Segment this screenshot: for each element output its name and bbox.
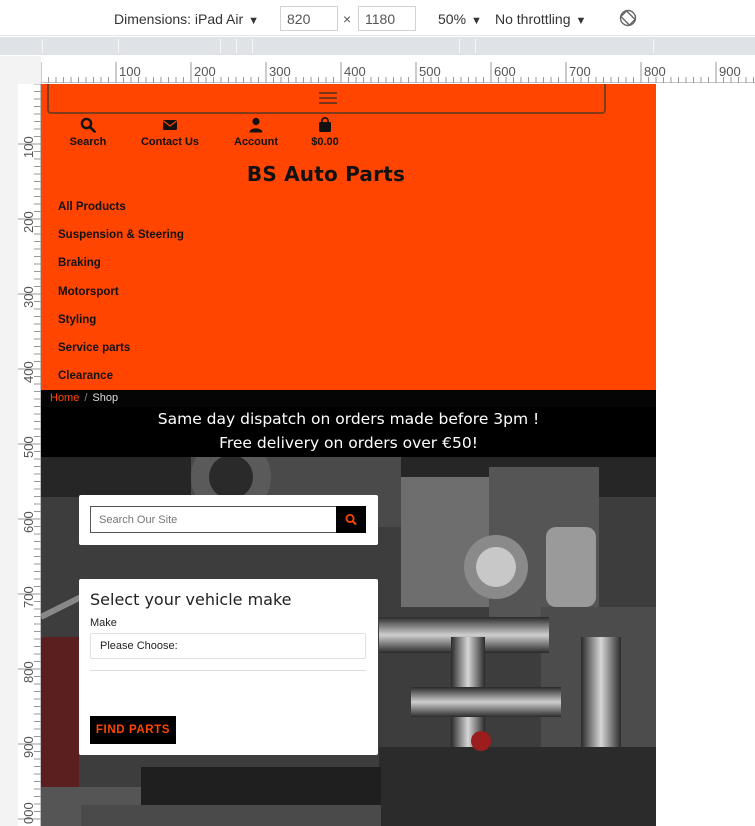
horizontal-ruler: 100 200 300 400 500 600 700 800 900 <box>41 62 755 83</box>
ruler-label: 500 <box>21 436 36 458</box>
quick-link-search[interactable]: Search <box>68 117 108 148</box>
vehicle-selector-card: Select your vehicle make Make Please Cho… <box>79 579 378 755</box>
find-parts-button[interactable]: FIND PARTS <box>90 716 176 744</box>
device-height-input[interactable] <box>358 6 416 31</box>
ruler-label: 900 <box>21 736 36 758</box>
breadcrumb-separator: / <box>84 392 88 404</box>
quick-link-label: $0.00 <box>311 136 339 148</box>
quick-link-label: Account <box>234 136 278 148</box>
nav-item-motorsport[interactable]: Motorsport <box>58 283 184 311</box>
zoom-value: 50% <box>438 11 467 27</box>
hero-section: Select your vehicle make Make Please Cho… <box>41 457 656 826</box>
quick-link-label: Search <box>69 136 107 148</box>
breadcrumb-current: Shop <box>92 392 119 404</box>
throttling-value: No throttling <box>495 11 571 27</box>
ruler-label: 900 <box>719 64 741 79</box>
ruler-label: 400 <box>344 64 366 79</box>
ruler-label: 100 <box>21 136 36 158</box>
quick-link-bag[interactable]: $0.00 <box>307 117 343 148</box>
device-dimensions-dropdown[interactable]: Dimensions: iPad Air ▼ <box>114 11 259 27</box>
device-toolbar: Dimensions: iPad Air ▼ × 50% ▼ No throttli… <box>0 0 755 36</box>
breadcrumb-home-link[interactable]: Home <box>50 392 79 404</box>
promo-line-dispatch: Same day dispatch on orders made before … <box>157 410 540 428</box>
ruler-label: 100 <box>119 64 141 79</box>
quick-links: Search Contact Us Account $0.00 <box>41 117 656 153</box>
ruler-label: 800 <box>644 64 666 79</box>
nav-item-styling[interactable]: Styling <box>58 311 184 339</box>
ruler-label: 000 <box>21 802 36 824</box>
vertical-ruler: 100 200 300 400 500 600 700 800 900 000 <box>18 84 41 826</box>
ruler-label: 300 <box>269 64 291 79</box>
nav-item-braking[interactable]: Braking <box>58 254 184 282</box>
ruler-label: 600 <box>21 511 36 533</box>
search-icon <box>345 513 357 525</box>
vehicle-selector-title: Select your vehicle make <box>90 590 292 609</box>
site-search-input[interactable] <box>90 506 337 533</box>
media-query-bar[interactable] <box>0 37 755 55</box>
ruler-label: 600 <box>494 64 516 79</box>
ruler-label: 500 <box>419 64 441 79</box>
dimensions-caret-icon: ▼ <box>248 15 260 27</box>
throttling-caret-icon: ▼ <box>575 15 587 27</box>
user-icon <box>249 117 263 133</box>
hamburger-icon <box>319 97 337 99</box>
site-search-button[interactable] <box>336 506 366 533</box>
divider <box>90 670 366 671</box>
quick-link-account[interactable]: Account <box>230 117 282 148</box>
breadcrumb: Home / Shop <box>41 390 656 407</box>
rotate-icon[interactable] <box>619 9 637 27</box>
dimension-times-sign: × <box>343 11 352 27</box>
zoom-dropdown[interactable]: 50% ▼ <box>438 11 482 27</box>
promo-line-delivery: Free delivery on orders over €50! <box>219 434 478 452</box>
nav-item-service-parts[interactable]: Service parts <box>58 339 184 367</box>
site-search-card <box>79 495 378 545</box>
quick-link-contact-us[interactable]: Contact Us <box>138 117 202 148</box>
make-select[interactable]: Please Choose: <box>90 633 366 659</box>
ruler-label: 700 <box>569 64 591 79</box>
ruler-label: 200 <box>21 211 36 233</box>
device-viewport: Search Contact Us Account $0.00 BS Auto … <box>41 84 656 826</box>
promo-banner: Same day dispatch on orders made before … <box>41 407 656 457</box>
shopping-bag-icon <box>319 117 331 132</box>
ruler-label: 800 <box>21 661 36 683</box>
make-label: Make <box>90 617 117 629</box>
ruler-label: 300 <box>21 286 36 308</box>
navbar-toggler[interactable] <box>47 84 606 114</box>
search-icon <box>80 117 96 133</box>
ruler-label: 400 <box>21 361 36 383</box>
quick-link-label: Contact Us <box>140 136 200 148</box>
site-header: Search Contact Us Account $0.00 BS Auto … <box>41 84 656 390</box>
device-dimensions-label: Dimensions: iPad Air <box>114 11 244 27</box>
device-width-input[interactable] <box>280 6 338 31</box>
nav-item-all-products[interactable]: All Products <box>58 198 184 226</box>
main-nav: All Products Suspension & Steering Braki… <box>58 198 184 395</box>
throttling-dropdown[interactable]: No throttling ▼ <box>495 11 586 27</box>
envelope-icon <box>163 120 177 130</box>
zoom-caret-icon: ▼ <box>471 15 482 27</box>
ruler-label: 200 <box>194 64 216 79</box>
hamburger-icon <box>319 92 337 94</box>
site-brand[interactable]: BS Auto Parts <box>41 162 611 186</box>
ruler-label: 700 <box>21 586 36 608</box>
hamburger-icon <box>319 102 337 104</box>
nav-item-suspension-steering[interactable]: Suspension & Steering <box>58 226 184 254</box>
